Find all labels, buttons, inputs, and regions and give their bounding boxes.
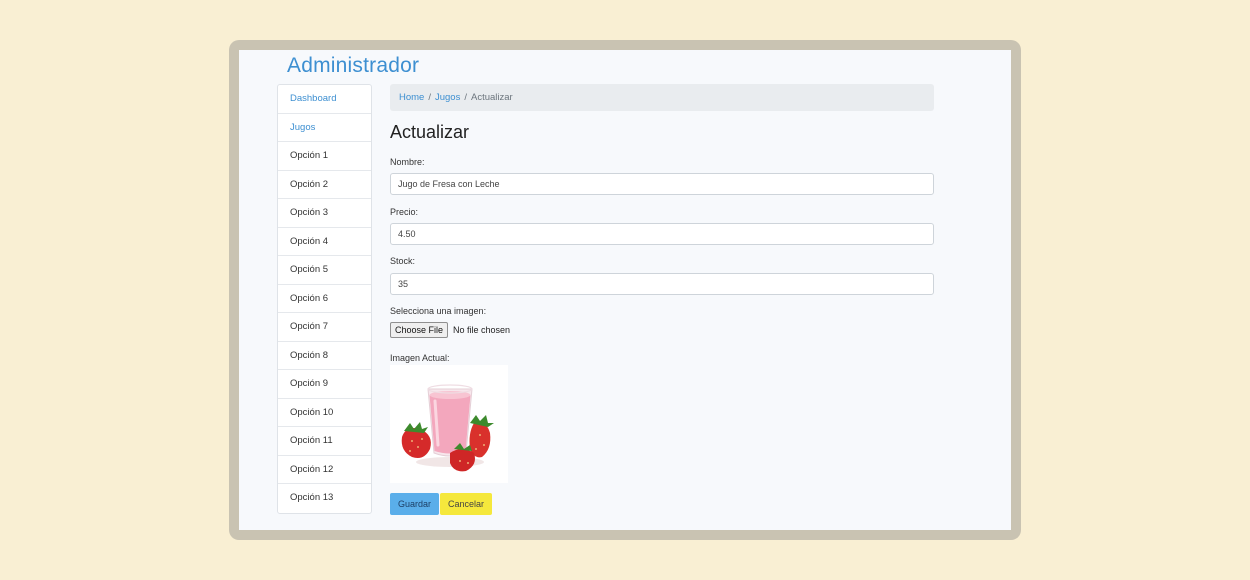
page-title: Actualizar bbox=[390, 122, 470, 142]
breadcrumb-current: Actualizar bbox=[470, 92, 513, 103]
sidebar-item-jugos[interactable]: Jugos bbox=[278, 114, 371, 142]
breadcrumb-separator: / bbox=[464, 92, 467, 103]
precio-label: Precio: bbox=[390, 207, 419, 217]
breadcrumb-jugos-link[interactable]: Jugos bbox=[435, 92, 460, 103]
sidebar: Dashboard Jugos Opción 1 Opción 2 Opción… bbox=[277, 84, 372, 514]
app-window: Administrador Dashboard Jugos Opción 1 O… bbox=[239, 50, 1011, 530]
sidebar-item-opcion-10[interactable]: Opción 10 bbox=[278, 399, 371, 427]
sidebar-item-opcion-13[interactable]: Opción 13 bbox=[278, 484, 371, 513]
breadcrumb-home-link[interactable]: Home bbox=[399, 92, 424, 103]
breadcrumb: Home / Jugos / Actualizar bbox=[390, 84, 934, 111]
file-status: No file chosen bbox=[453, 325, 511, 335]
sidebar-item-opcion-1[interactable]: Opción 1 bbox=[278, 142, 371, 171]
precio-field[interactable] bbox=[390, 223, 934, 245]
strawberry-smoothie-image bbox=[401, 384, 494, 472]
sidebar-item-opcion-12[interactable]: Opción 12 bbox=[278, 456, 371, 484]
imagen-actual-label: Imagen Actual: bbox=[390, 353, 450, 363]
sidebar-item-opcion-5[interactable]: Opción 5 bbox=[278, 256, 371, 285]
app-title: Administrador bbox=[287, 54, 420, 77]
sidebar-item-opcion-6[interactable]: Opción 6 bbox=[278, 285, 371, 313]
nombre-label: Nombre: bbox=[390, 157, 425, 167]
stock-label: Stock: bbox=[390, 256, 416, 266]
sidebar-item-dashboard[interactable]: Dashboard bbox=[278, 85, 371, 114]
sidebar-item-opcion-11[interactable]: Opción 11 bbox=[278, 427, 371, 456]
sidebar-item-opcion-3[interactable]: Opción 3 bbox=[278, 199, 371, 228]
sidebar-item-opcion-4[interactable]: Opción 4 bbox=[278, 228, 371, 256]
breadcrumb-separator: / bbox=[428, 92, 431, 103]
sidebar-item-opcion-9[interactable]: Opción 9 bbox=[278, 370, 371, 399]
product-image bbox=[390, 365, 508, 483]
sidebar-item-opcion-2[interactable]: Opción 2 bbox=[278, 171, 371, 199]
sidebar-item-opcion-7[interactable]: Opción 7 bbox=[278, 313, 371, 342]
choose-file-button[interactable]: Choose File bbox=[390, 322, 449, 338]
imagen-label: Selecciona una imagen: bbox=[390, 306, 487, 316]
nombre-field[interactable] bbox=[390, 173, 934, 195]
sidebar-item-opcion-8[interactable]: Opción 8 bbox=[278, 342, 371, 370]
cancel-button[interactable]: Cancelar bbox=[440, 493, 493, 515]
save-button[interactable]: Guardar bbox=[390, 493, 440, 515]
stock-field[interactable] bbox=[390, 273, 934, 295]
file-input: Choose File No file chosen bbox=[390, 322, 510, 338]
